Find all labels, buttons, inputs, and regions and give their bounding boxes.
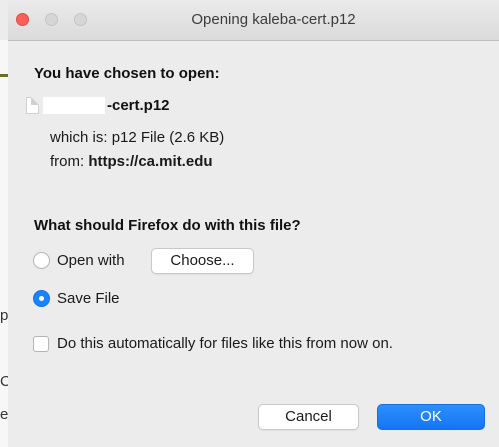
open-with-label[interactable]: Open with bbox=[57, 252, 125, 269]
open-with-radio[interactable] bbox=[33, 252, 50, 269]
file-source-url: https://ca.mit.edu bbox=[88, 153, 213, 170]
background-app-accent bbox=[0, 74, 8, 77]
file-source-row: from: https://ca.mit.edu bbox=[50, 153, 213, 170]
file-name: -cert.p12 bbox=[107, 96, 170, 114]
save-file-label[interactable]: Save File bbox=[57, 290, 120, 307]
save-file-radio[interactable] bbox=[33, 290, 50, 307]
choose-application-button[interactable]: Choose... bbox=[151, 248, 254, 274]
dialog-window: p C e Opening kaleba-cert.p12 You have c… bbox=[0, 0, 499, 447]
file-type-row: which is: p12 File (2.6 KB) bbox=[50, 129, 224, 146]
dialog-content: You have chosen to open: -cert.p12 which… bbox=[8, 41, 499, 447]
ok-button[interactable]: OK bbox=[377, 404, 485, 430]
chosen-heading: You have chosen to open: bbox=[34, 65, 220, 82]
title-bar: Opening kaleba-cert.p12 bbox=[8, 0, 499, 41]
auto-action-checkbox[interactable] bbox=[33, 336, 49, 352]
file-type-value: p12 File (2.6 KB) bbox=[111, 129, 225, 146]
redacted-file-prefix bbox=[43, 96, 105, 114]
auto-action-label[interactable]: Do this automatically for files like thi… bbox=[57, 335, 393, 352]
cancel-button[interactable]: Cancel bbox=[258, 404, 359, 430]
from-label: from: bbox=[50, 153, 85, 170]
file-row: -cert.p12 bbox=[26, 95, 170, 115]
window-title: Opening kaleba-cert.p12 bbox=[191, 11, 356, 28]
action-heading: What should Firefox do with this file? bbox=[34, 217, 301, 234]
file-icon bbox=[26, 96, 39, 114]
which-is-label: which is: bbox=[50, 129, 108, 146]
